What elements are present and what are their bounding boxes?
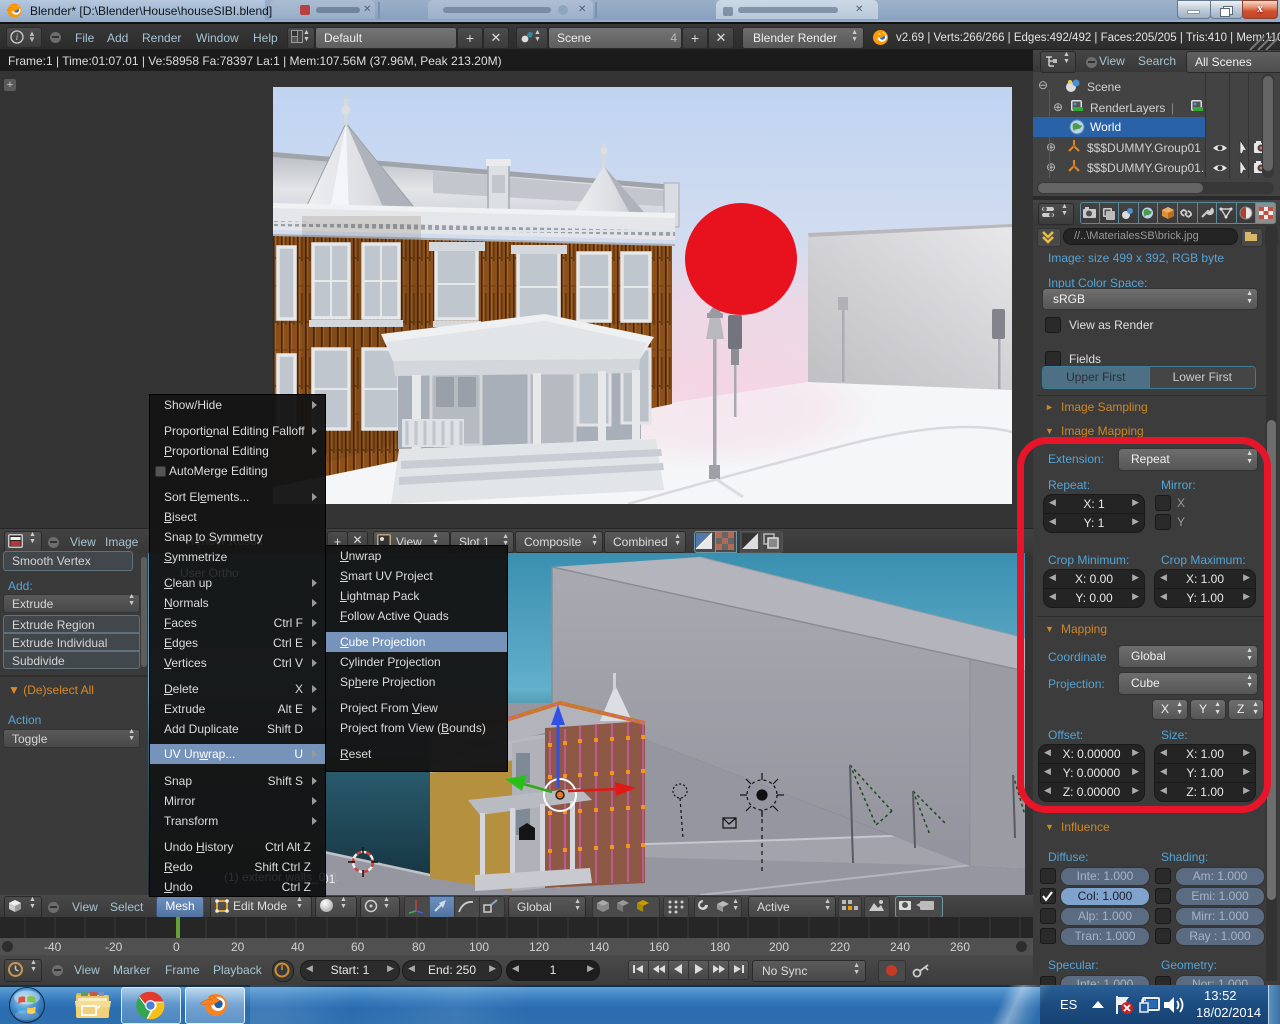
svg-text:i: i xyxy=(16,32,19,42)
